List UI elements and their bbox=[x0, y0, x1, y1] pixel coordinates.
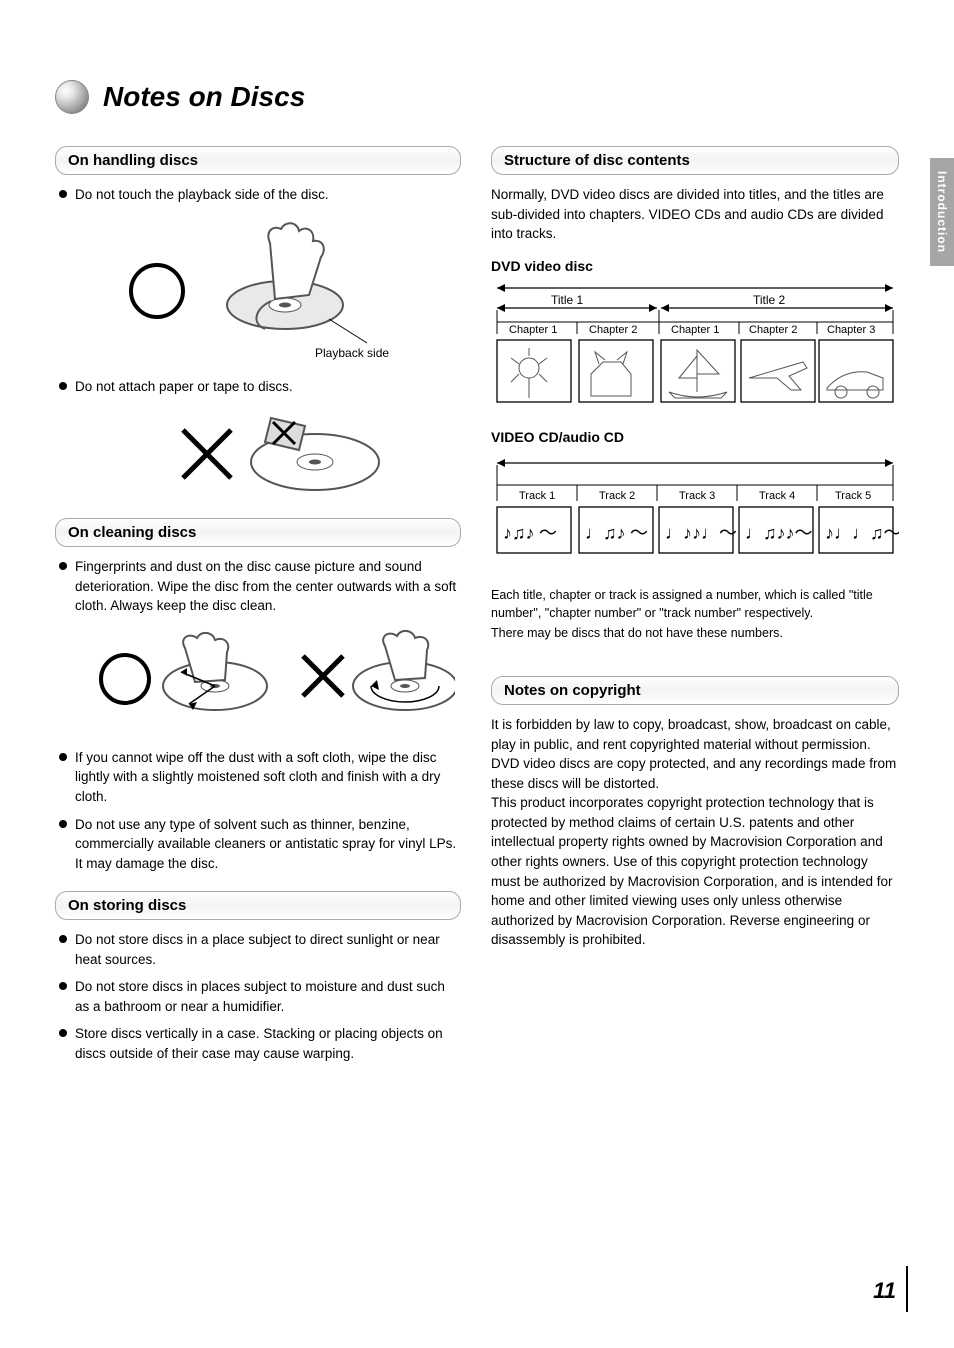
figure-wipe bbox=[55, 624, 461, 734]
right-column: Structure of disc contents Normally, DVD… bbox=[491, 136, 899, 1072]
cleaning-item-2: If you cannot wipe off the dust with a s… bbox=[59, 748, 461, 807]
svg-text:Title 1: Title 1 bbox=[551, 293, 584, 307]
svg-text:♩♫♪ ～: ♩♫♪ ～ bbox=[585, 523, 648, 543]
left-column: On handling discs Do not touch the playb… bbox=[55, 136, 461, 1072]
page-title: Notes on Discs bbox=[103, 81, 305, 113]
sphere-icon bbox=[55, 80, 89, 114]
no-tape-icon bbox=[175, 404, 395, 504]
handling-list-2: Do not attach paper or tape to discs. bbox=[55, 377, 461, 397]
section-cleaning-header: On cleaning discs bbox=[55, 518, 461, 547]
svg-text:♩♫♪♪～: ♩♫♪♪～ bbox=[745, 523, 813, 543]
storing-item-3: Store discs vertically in a case. Stacki… bbox=[59, 1024, 461, 1063]
storing-list: Do not store discs in a place subject to… bbox=[55, 930, 461, 1063]
svg-text:Chapter 2: Chapter 2 bbox=[589, 324, 637, 336]
cd-diagram: Track 1 Track 2 Track 3 Track 4 Track 5 bbox=[491, 449, 899, 578]
svg-text:♪♫♪ ～: ♪♫♪ ～ bbox=[503, 523, 557, 543]
svg-text:Track 4: Track 4 bbox=[759, 490, 795, 502]
page-number-bar bbox=[906, 1266, 908, 1312]
structure-intro: Normally, DVD video discs are divided in… bbox=[491, 185, 899, 244]
storing-item-1: Do not store discs in a place subject to… bbox=[59, 930, 461, 969]
figure-hold-disc: Playback side bbox=[55, 213, 461, 363]
hold-disc-icon: Playback side bbox=[115, 213, 405, 363]
svg-text:Chapter 2: Chapter 2 bbox=[749, 324, 797, 336]
svg-text:♪♩♩♫～: ♪♩♩♫～ bbox=[825, 523, 899, 543]
svg-text:Title 2: Title 2 bbox=[753, 293, 786, 307]
figure-no-tape bbox=[55, 404, 461, 504]
page-root: Introduction Notes on Discs On handling … bbox=[0, 0, 954, 1348]
two-column-layout: On handling discs Do not touch the playb… bbox=[55, 136, 899, 1072]
structure-para2: Each title, chapter or track is assigned… bbox=[491, 586, 899, 622]
dvd-label: DVD video disc bbox=[491, 258, 899, 274]
svg-text:Chapter 3: Chapter 3 bbox=[827, 324, 875, 336]
svg-text:Track 5: Track 5 bbox=[835, 490, 871, 502]
cd-structure-icon: Track 1 Track 2 Track 3 Track 4 Track 5 bbox=[491, 449, 899, 573]
page-number: 11 bbox=[873, 1278, 896, 1304]
svg-text:Chapter 1: Chapter 1 bbox=[509, 324, 557, 336]
handling-item-1: Do not touch the playback side of the di… bbox=[59, 185, 461, 205]
dvd-diagram: Title 1 Title 2 Chapter 1 Chapter 2 bbox=[491, 278, 899, 415]
cleaning-item-1: Fingerprints and dust on the disc cause … bbox=[59, 557, 461, 616]
cleaning-list: Fingerprints and dust on the disc cause … bbox=[55, 557, 461, 616]
side-tab-introduction: Introduction bbox=[930, 158, 954, 266]
section-handling-header: On handling discs bbox=[55, 146, 461, 175]
cleaning-item-3: Do not use any type of solvent such as t… bbox=[59, 815, 461, 874]
section-structure-header: Structure of disc contents bbox=[491, 146, 899, 175]
dvd-structure-icon: Title 1 Title 2 Chapter 1 Chapter 2 bbox=[491, 278, 899, 410]
wipe-disc-icon bbox=[85, 624, 455, 734]
page-title-row: Notes on Discs bbox=[55, 80, 899, 114]
copyright-body: It is forbidden by law to copy, broadcas… bbox=[491, 715, 899, 950]
section-storing-header: On storing discs bbox=[55, 891, 461, 920]
svg-text:♩♪♪♩～: ♩♪♪♩～ bbox=[665, 523, 737, 543]
svg-text:Track 3: Track 3 bbox=[679, 490, 715, 502]
cleaning-list-2: If you cannot wipe off the dust with a s… bbox=[55, 748, 461, 873]
cd-label: VIDEO CD/audio CD bbox=[491, 429, 899, 445]
svg-text:Track 1: Track 1 bbox=[519, 490, 555, 502]
svg-text:Track 2: Track 2 bbox=[599, 490, 635, 502]
playback-side-label: Playback side bbox=[315, 346, 389, 360]
structure-para3: There may be discs that do not have thes… bbox=[491, 624, 899, 642]
handling-list: Do not touch the playback side of the di… bbox=[55, 185, 461, 205]
handling-item-2: Do not attach paper or tape to discs. bbox=[59, 377, 461, 397]
section-copyright-header: Notes on copyright bbox=[491, 676, 899, 705]
svg-text:Chapter 1: Chapter 1 bbox=[671, 324, 719, 336]
storing-item-2: Do not store discs in places subject to … bbox=[59, 977, 461, 1016]
